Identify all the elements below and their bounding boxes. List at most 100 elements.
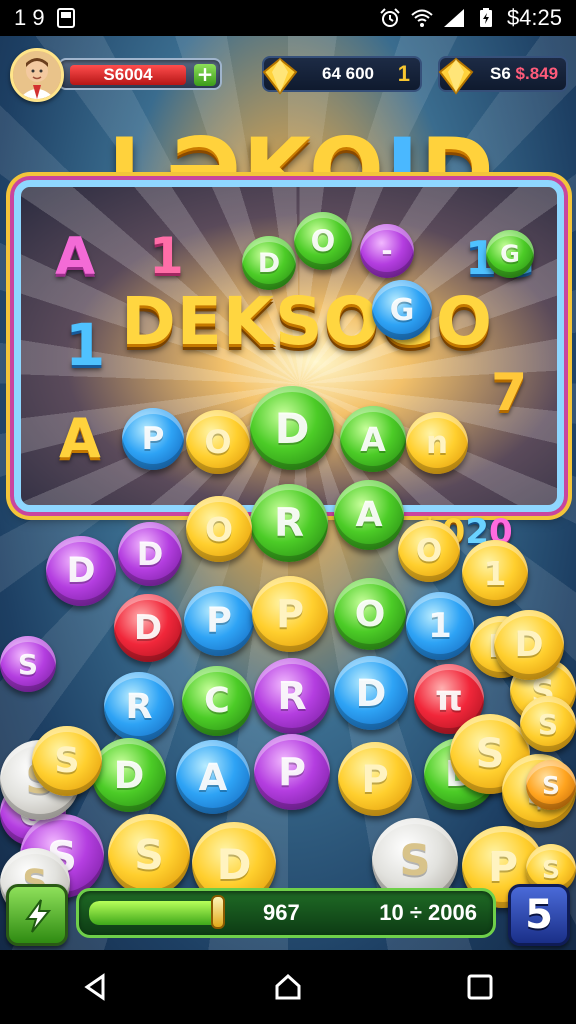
coin[interactable]: P [122, 408, 184, 470]
coin-label: 1 [428, 606, 452, 646]
home-button[interactable] [268, 967, 308, 1007]
coin[interactable]: R [250, 484, 328, 562]
coin[interactable]: A [176, 740, 250, 814]
coin[interactable]: D [46, 536, 116, 606]
coin[interactable]: O [186, 496, 252, 562]
coin-label: D [274, 403, 310, 453]
coin-label: n [425, 425, 449, 461]
coin-label: D [133, 608, 163, 648]
coin[interactable]: P [184, 586, 254, 656]
coin[interactable]: G [372, 280, 432, 340]
coin[interactable]: R [104, 672, 174, 742]
coin[interactable]: A [340, 406, 406, 472]
coin[interactable]: D [242, 236, 296, 290]
coin[interactable]: 1 [406, 592, 474, 660]
gold-gem-icon [438, 57, 474, 95]
game-screen: 1 9 $4:25 S6004 + 64 600 1 S6 $.849 LƏKO… [0, 0, 576, 1024]
coin[interactable]: G [486, 230, 534, 278]
coin-label: A [198, 755, 228, 799]
coin[interactable]: S [526, 760, 576, 810]
coin-label: P [276, 592, 304, 636]
coin[interactable]: O [186, 410, 250, 474]
coin-label: S [475, 731, 505, 777]
top-hud: S6004 + 64 600 1 S6 $.849 [0, 44, 576, 104]
coin-label: 1 [483, 553, 507, 593]
coin-label: S [537, 707, 559, 741]
coin[interactable]: 1 [462, 540, 528, 606]
resource-counter-2: S6 $.849 [438, 56, 568, 95]
bottom-bar: 967 10 ÷ 2006 5 [0, 876, 576, 950]
boost-button[interactable] [6, 884, 68, 946]
coin[interactable]: S [0, 636, 56, 692]
back-icon [84, 973, 105, 1001]
coin[interactable]: P [254, 734, 330, 810]
coin-label: S [134, 831, 164, 879]
resource-1-value: 64 600 [322, 64, 374, 83]
player-avatar[interactable] [10, 48, 64, 102]
coin[interactable]: P [252, 576, 328, 652]
coin-label: - [381, 235, 393, 267]
sd-card-icon [55, 8, 77, 28]
coin-label: P [361, 757, 389, 801]
coin[interactable]: O [398, 520, 460, 582]
coin[interactable]: D [114, 594, 182, 662]
cash-value: S6004 [70, 65, 186, 85]
add-cash-button[interactable]: + [194, 64, 216, 86]
coin-label: D [514, 625, 544, 665]
progress-knob[interactable] [211, 895, 225, 929]
coin[interactable]: O [294, 212, 352, 270]
coin[interactable]: S [520, 696, 576, 752]
board-letter-1[interactable]: 1 [149, 227, 184, 285]
coin[interactable]: S [32, 726, 102, 796]
coin-label: R [273, 500, 305, 546]
home-icon [275, 973, 301, 1000]
status-bar: 1 9 $4:25 [0, 0, 576, 36]
coin-label: D [257, 247, 281, 279]
progress-panel: 967 10 ÷ 2006 [76, 888, 496, 938]
coin-label: O [415, 533, 443, 569]
progress-value: 967 [263, 900, 300, 925]
coin[interactable]: D [334, 656, 408, 730]
resource-1-extra: 1 [397, 61, 410, 86]
recents-icon [467, 974, 493, 1000]
resource-2-extra: $.849 [515, 64, 559, 83]
resource-2-value: S6 $.849 [490, 58, 558, 90]
coin[interactable]: D [92, 738, 166, 812]
board-letter-a[interactable]: A [55, 227, 95, 287]
coin-label: S [541, 770, 560, 800]
signal-icon [443, 8, 465, 28]
coin[interactable]: D [494, 610, 564, 680]
recents-button[interactable] [460, 967, 500, 1007]
coin[interactable]: A [334, 480, 404, 550]
coin[interactable]: D [250, 386, 334, 470]
coin[interactable]: n [406, 412, 468, 474]
coin-label: R [125, 687, 153, 727]
level-button[interactable]: 5 [508, 884, 570, 946]
coin-label: A [360, 419, 386, 459]
coin[interactable]: - [360, 224, 414, 278]
progress-total: 10 ÷ 2006 [379, 900, 477, 925]
alarm-icon [379, 8, 401, 28]
coin[interactable]: R [254, 658, 330, 734]
coin[interactable]: P [338, 742, 412, 816]
coin-label: O [204, 423, 232, 461]
coin[interactable]: C [182, 666, 252, 736]
resource-counter-1: 64 600 1 [262, 56, 422, 95]
board-letter-7[interactable]: 7 [491, 363, 527, 423]
game-area[interactable]: S6004 + 64 600 1 S6 $.849 LƏKOID A 1 1 D… [0, 36, 576, 950]
coin-label: S [17, 647, 39, 681]
coin[interactable]: O [334, 578, 406, 650]
back-button[interactable] [76, 967, 116, 1007]
coin-label: P [278, 750, 306, 794]
lightning-icon [25, 899, 52, 933]
coin-label: G [500, 240, 520, 268]
board-letter-1[interactable]: 1 [65, 311, 105, 379]
coin-label: π [435, 679, 463, 719]
resource-2-prefix: S6 [490, 64, 511, 83]
coin-label: P [141, 421, 165, 457]
coin-label: D [113, 753, 145, 797]
board-letter-a[interactable]: A [59, 407, 101, 470]
coin-label: O [354, 593, 386, 635]
battery-icon [475, 8, 497, 28]
coin[interactable]: D [118, 522, 182, 586]
